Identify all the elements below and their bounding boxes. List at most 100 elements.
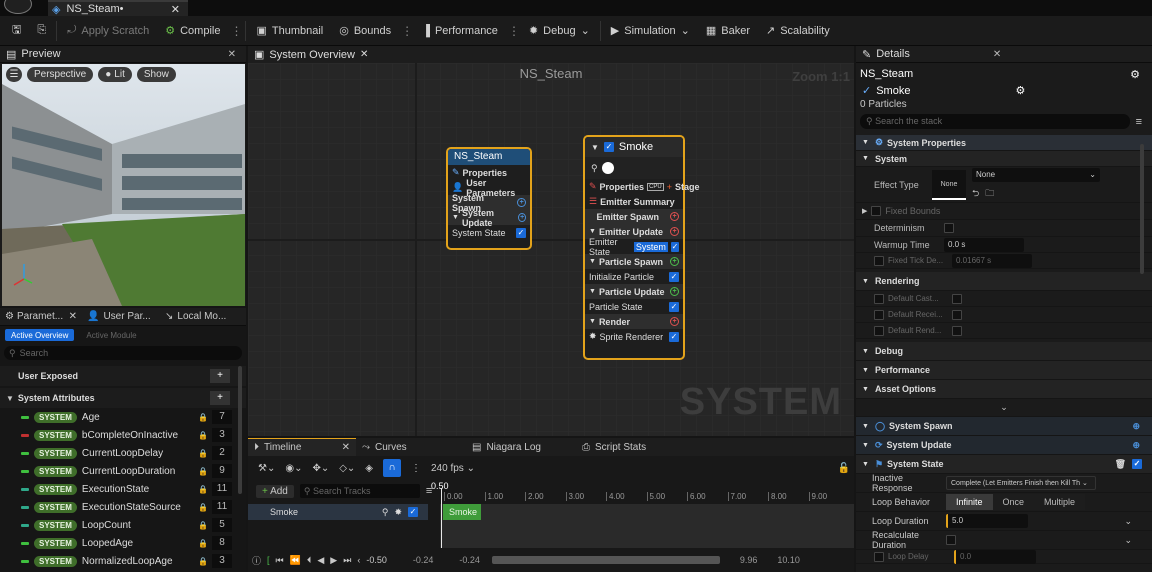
debug-section[interactable]: ▼ Debug (856, 342, 1152, 361)
close-icon[interactable]: ✕ (342, 442, 350, 453)
inactive-response-dropdown[interactable]: Complete (Let Emitters Finish then Kill … (946, 476, 1096, 490)
stack-search-field[interactable]: ⚲ Search the stack (860, 114, 1130, 129)
performance-options-icon[interactable]: ⋮ (508, 24, 520, 38)
range-scrollbar[interactable] (491, 556, 720, 564)
close-icon[interactable]: ✕ (69, 311, 77, 322)
tab-niagara-log[interactable]: ▤ Niagara Log (466, 442, 576, 453)
browse-arrow-icon[interactable]: ⮌ (972, 186, 979, 202)
snap-options-icon[interactable]: ✥⌄ (312, 463, 329, 474)
system-properties-section[interactable]: ▼ ⚙ System Properties (856, 135, 1152, 151)
add-track-button[interactable]: + Add (256, 484, 294, 498)
emitter-node-header[interactable]: ▼ ✓ Smoke (585, 137, 683, 157)
add-module-icon[interactable]: ⊕ (1132, 440, 1140, 451)
filter-icon[interactable]: ≡ (1136, 116, 1142, 128)
loop-infinite-option[interactable]: Infinite (946, 494, 993, 510)
delete-icon[interactable]: 🗑 (1115, 459, 1126, 470)
step-back-icon[interactable]: ⏪ (290, 555, 301, 566)
default-render-checkbox[interactable] (874, 325, 884, 336)
params-search-field[interactable]: ⚲ Search (4, 346, 242, 360)
magnet-snap-button[interactable]: ∩ (383, 459, 401, 477)
apply-scratch-button[interactable]: ⤾ Apply Scratch (61, 19, 155, 43)
system-state-checkbox[interactable]: ✓ (516, 227, 526, 238)
compile-button[interactable]: ⚙ Compile (159, 19, 226, 43)
close-icon[interactable]: ✕ (228, 49, 236, 60)
user-exposed-section[interactable]: User Exposed + (0, 366, 246, 386)
close-icon[interactable]: ✕ (360, 49, 368, 60)
particle-spawn-row[interactable]: ▼ Particle Spawn + (585, 254, 683, 269)
debug-dropdown[interactable]: ✹ Debug ⌄ (523, 19, 596, 43)
active-overview-button[interactable]: Active Overview (5, 329, 75, 341)
loop-duration-input[interactable]: 5.0 (946, 514, 1028, 528)
system-node[interactable]: NS_Steam ✎ Properties 👤 User Parameters Sy… (446, 147, 532, 250)
fixed-tick-input[interactable]: 0.01667 s (952, 253, 1032, 268)
emitter-spawn-row[interactable]: Emitter Spawn + (585, 209, 683, 224)
loop-delay-input[interactable]: 0.0 (954, 549, 1036, 564)
default-receive-value[interactable] (952, 309, 962, 320)
active-module-button[interactable]: Active Module (80, 329, 142, 341)
tab-timeline[interactable]: ⏵ Timeline ✕ (248, 438, 356, 456)
loop-multiple-option[interactable]: Multiple (1034, 494, 1085, 510)
particle-state-row[interactable]: Particle State ✓ (585, 299, 683, 314)
emitter-enabled-checkbox[interactable]: ✓ (603, 142, 614, 152)
rendering-section[interactable]: ▼ Rendering (856, 272, 1152, 291)
add-module-icon[interactable]: + (670, 257, 679, 266)
add-module-icon[interactable]: + (670, 287, 679, 296)
system-attribute-row[interactable]: SYSTEM LoopCount 🔒 5 (0, 516, 246, 534)
warmup-time-input[interactable]: 0.0 s (944, 237, 1024, 252)
system-attributes-section[interactable]: ▼ System Attributes + (0, 388, 246, 408)
lit-button[interactable]: ● Lit (98, 67, 132, 82)
document-tab[interactable]: ◈ NS_Steam• ✕ (48, 0, 188, 16)
prev-frame-icon[interactable]: ⏴ (307, 555, 312, 566)
viewport-menu-button[interactable]: ☰ (6, 67, 22, 82)
close-icon[interactable]: ✕ (993, 49, 1001, 60)
emitter-summary-row[interactable]: ☰ Emitter Summary (585, 194, 683, 209)
effect-type-dropdown[interactable]: None ⌄ (972, 167, 1100, 182)
thumbnail-button[interactable]: ▣ Thumbnail (250, 19, 329, 43)
system-state-section[interactable]: ▼ ⚑ System State 🗑 ✓ (856, 455, 1152, 474)
chevron-down-icon[interactable]: ⌄ (1124, 516, 1132, 527)
compile-options-icon[interactable]: ⋮ (230, 24, 242, 38)
lock-icon[interactable]: 🔓 (838, 463, 850, 474)
default-render-value[interactable] (952, 325, 962, 336)
sprite-renderer-checkbox[interactable]: ✓ (669, 331, 679, 342)
auto-key-icon[interactable]: ◈ (365, 463, 373, 474)
emitter-settings-icon[interactable]: ⚙ (1015, 84, 1025, 97)
collapse-arrow-icon[interactable]: ▼ (591, 143, 599, 152)
keyframe-icon[interactable]: ◇⌄ (339, 463, 355, 474)
track-row-smoke[interactable]: Smoke ⚲ ✸ ✓ (248, 504, 428, 520)
system-state-enabled-checkbox[interactable]: ✓ (1132, 459, 1142, 469)
emitter-properties-row[interactable]: ✎ Properties CPU + Stage (585, 179, 700, 194)
smoke-clip[interactable]: Smoke (443, 504, 481, 520)
particle-state-checkbox[interactable]: ✓ (669, 301, 679, 312)
add-module-icon[interactable]: + (670, 227, 679, 236)
preview-viewport[interactable] (2, 64, 245, 306)
emitter-node-smoke[interactable]: ▼ ✓ Smoke ⚲ ✎ Properties CPU + Stage ☰ Emitte… (583, 135, 700, 360)
show-button[interactable]: Show (136, 67, 176, 82)
key-tool-icon[interactable]: ⚒⌄ (258, 463, 275, 474)
fps-dropdown[interactable]: 240 fps ⌄ (431, 463, 475, 474)
system-attribute-row[interactable]: SYSTEM Age 🔒 7 (0, 408, 246, 426)
add-module-icon[interactable]: + (670, 212, 679, 221)
skip-back-icon[interactable]: ⏮ (276, 555, 284, 566)
performance-section[interactable]: ▼ Performance (856, 361, 1152, 380)
tab-parameters[interactable]: ⚙ Paramet... ✕ (0, 311, 82, 322)
emitter-check-icon[interactable]: ✓ (862, 84, 871, 97)
system-attribute-row[interactable]: SYSTEM CurrentLoopDuration 🔒 9 (0, 462, 246, 480)
recalculate-duration-checkbox[interactable] (946, 535, 956, 545)
play-icon[interactable]: ▶ (330, 555, 337, 566)
save-button[interactable]: 🖫 (6, 19, 27, 43)
close-tab-icon[interactable]: ✕ (171, 3, 180, 16)
system-node-system-state[interactable]: System State ✓ (448, 225, 530, 240)
fixed-tick-checkbox[interactable] (874, 255, 884, 266)
system-attribute-row[interactable]: SYSTEM ExecutionStateSource 🔒 11 (0, 498, 246, 516)
system-section[interactable]: ▼ System (856, 151, 1152, 167)
show-more-row[interactable]: ⌄ (856, 399, 1152, 417)
effect-type-thumbnail[interactable]: None (932, 169, 966, 200)
default-cast-value[interactable] (952, 293, 962, 304)
bounds-options-icon[interactable]: ⋮ (401, 24, 413, 38)
bounds-button[interactable]: ◎ Bounds (333, 19, 397, 43)
perspective-button[interactable]: Perspective (27, 67, 94, 82)
add-module-icon[interactable]: ⊕ (1132, 421, 1140, 432)
fixed-bounds-checkbox[interactable] (871, 206, 882, 216)
reverse-icon[interactable]: ◀ (317, 555, 324, 566)
